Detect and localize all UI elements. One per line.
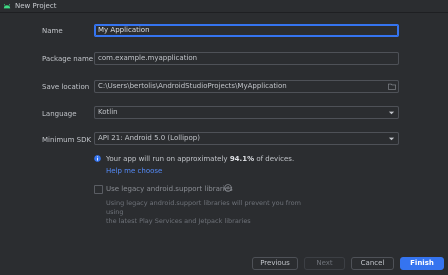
- chevron-down-icon: [388, 137, 395, 141]
- legacy-libraries-checkbox[interactable]: [94, 185, 103, 194]
- question-icon[interactable]: ?: [224, 184, 232, 192]
- window-title: New Project: [15, 2, 57, 10]
- legacy-libraries-label[interactable]: Use legacy android.support libraries: [106, 185, 233, 193]
- minimum-sdk-value: API 21: Android 5.0 (Lollipop): [98, 134, 200, 142]
- package-name-field[interactable]: com.example.myapplication: [94, 52, 399, 65]
- save-location-field[interactable]: C:\Users\bertolis\AndroidStudioProjects\…: [94, 80, 399, 93]
- save-location-value: C:\Users\bertolis\AndroidStudioProjects\…: [98, 82, 287, 90]
- title-bar: New Project: [0, 0, 448, 13]
- device-coverage-text: Your app will run on approximately 94.1%…: [106, 155, 295, 163]
- package-name-label: Package name: [42, 55, 94, 63]
- package-name-value: com.example.myapplication: [98, 54, 198, 62]
- chevron-down-icon: [388, 111, 395, 115]
- language-label: Language: [42, 110, 77, 118]
- language-select[interactable]: Kotlin: [94, 106, 399, 119]
- folder-icon[interactable]: [388, 83, 396, 90]
- minimum-sdk-select[interactable]: API 21: Android 5.0 (Lollipop): [94, 132, 399, 145]
- previous-button[interactable]: Previous: [252, 257, 298, 270]
- next-button[interactable]: Next: [304, 257, 345, 270]
- finish-button[interactable]: Finish: [400, 257, 444, 270]
- name-input[interactable]: [98, 25, 383, 35]
- android-icon: [3, 3, 11, 9]
- legacy-libraries-description: Using legacy android.support libraries w…: [106, 199, 301, 225]
- info-icon: [94, 155, 101, 162]
- help-me-choose-link[interactable]: Help me choose: [106, 167, 162, 175]
- language-value: Kotlin: [98, 108, 118, 116]
- name-label: Name: [42, 27, 63, 35]
- save-location-label: Save location: [42, 83, 90, 91]
- coverage-percent: 94.1%: [229, 155, 255, 163]
- cancel-button[interactable]: Cancel: [351, 257, 394, 270]
- minimum-sdk-label: Minimum SDK: [42, 136, 92, 144]
- name-field[interactable]: [94, 24, 399, 37]
